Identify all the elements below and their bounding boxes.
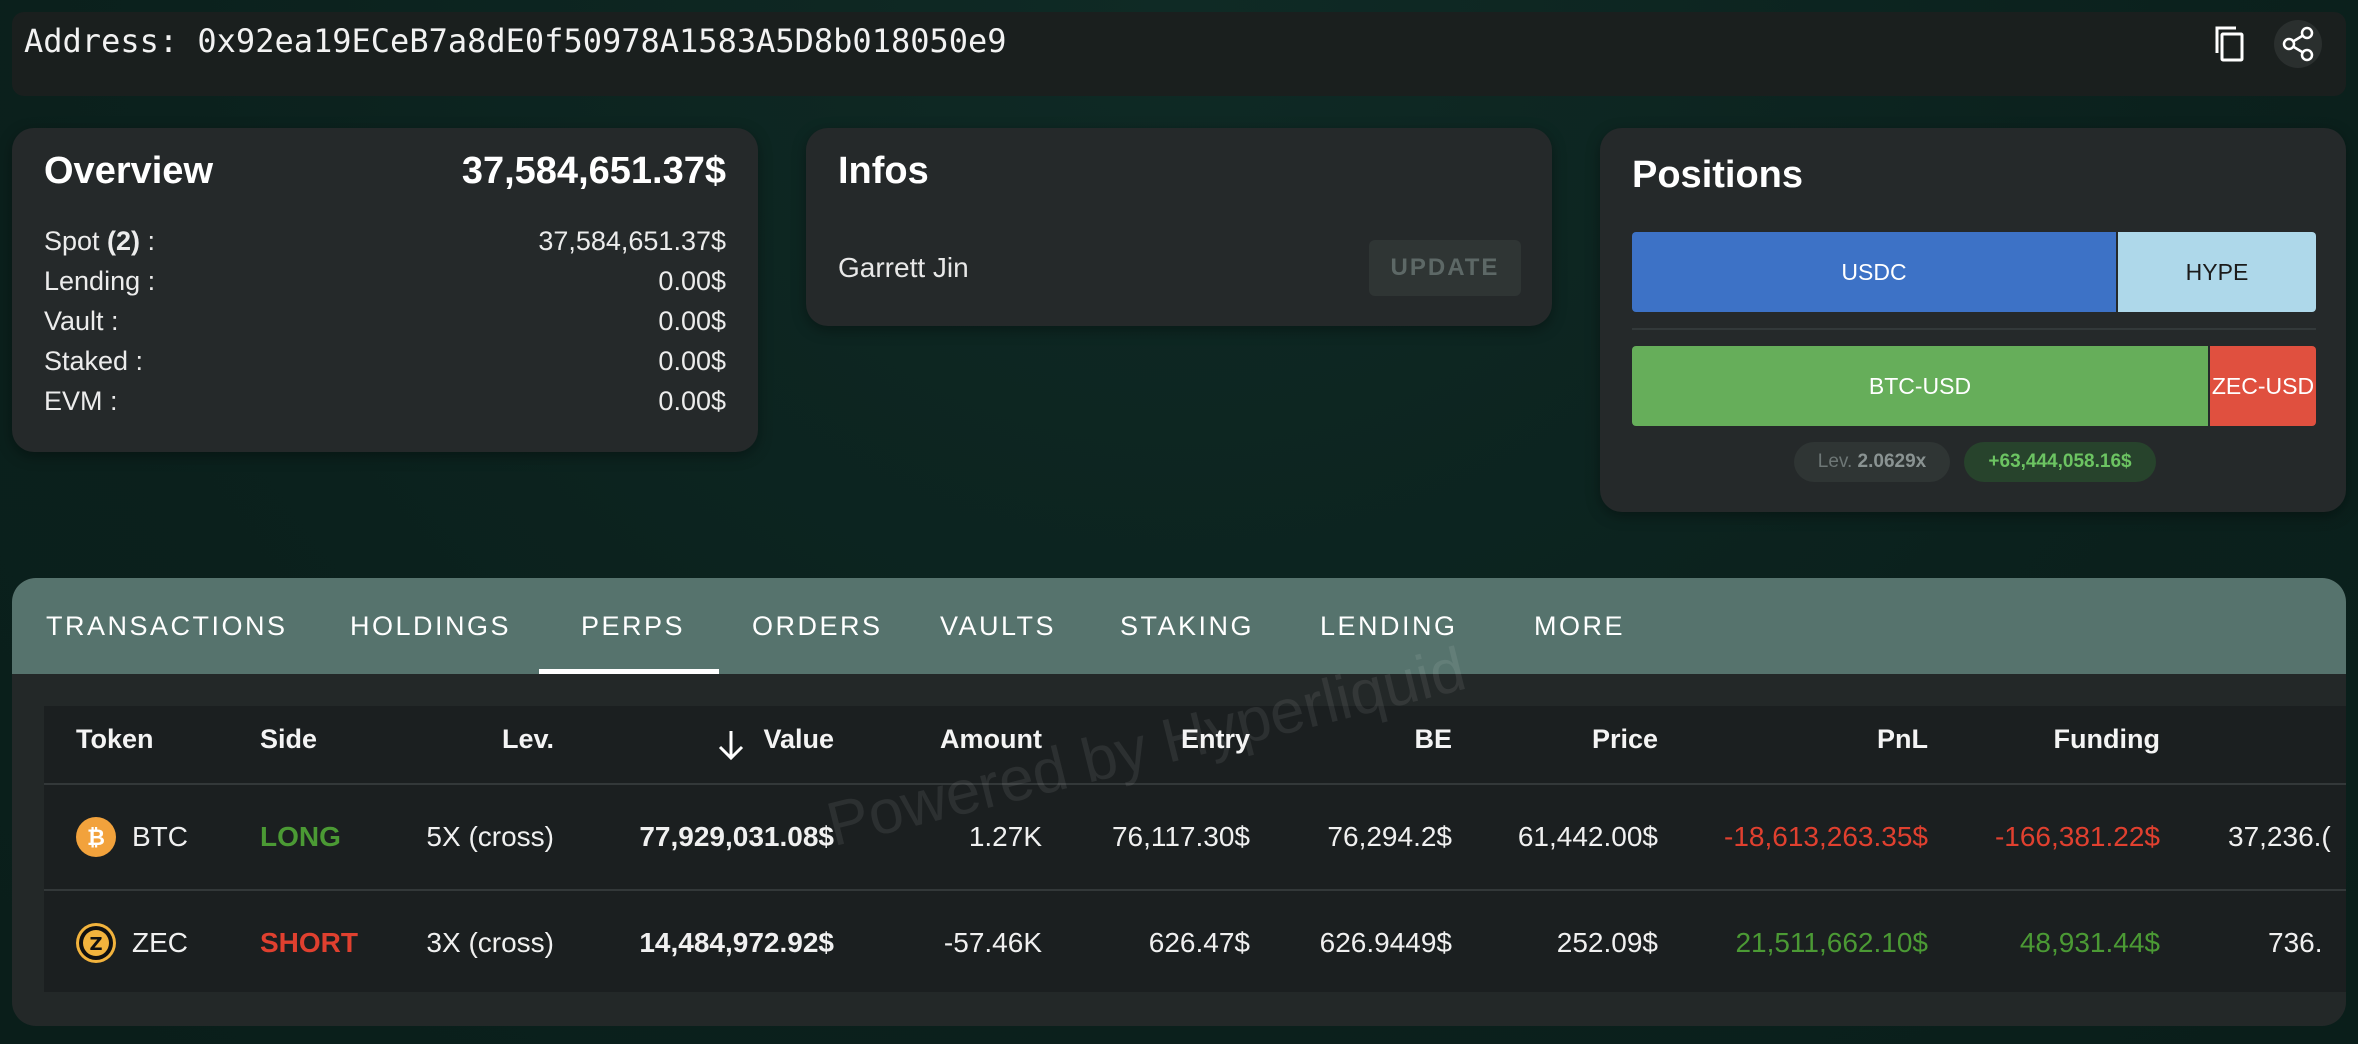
side-label: LONG — [260, 821, 341, 852]
leverage-chip: Lev. 2.0629x — [1794, 442, 1950, 482]
tab-more[interactable]: MORE — [1534, 578, 1625, 674]
header-lev[interactable]: Lev. — [384, 724, 554, 768]
overview-total: 37,584,651.37$ — [461, 150, 726, 192]
be-cell: 626.9449$ — [1319, 927, 1452, 958]
infos-name: Garrett Jin — [838, 252, 969, 283]
overview-row-label: Vault : — [44, 306, 119, 336]
table-row[interactable]: ₿ BTC LONG 5X (cross) 77,929,031.08$ 1.2… — [44, 785, 2346, 889]
token-name: ZEC — [132, 927, 188, 958]
overview-row-lending: Lending : 0.00$ — [44, 266, 726, 302]
entry-cell: 76,117.30$ — [1111, 821, 1250, 852]
tab-vaults[interactable]: VAULTS — [940, 578, 1056, 674]
tab-lending[interactable]: LENDING — [1320, 578, 1458, 674]
funding-cell: -166,381.22$ — [1994, 821, 2160, 852]
header-pnl[interactable]: PnL — [1684, 724, 1928, 768]
overview-row-label: Staked : — [44, 346, 144, 376]
positions-divider — [1632, 328, 2316, 330]
tab-holdings[interactable]: HOLDINGS — [350, 578, 511, 674]
overview-row-label: EVM : — [44, 386, 118, 416]
spot-bar-usdc[interactable]: USDC — [1632, 232, 2116, 312]
funding-cell: 48,931.44$ — [2019, 927, 2160, 958]
tab-staking[interactable]: STAKING — [1120, 578, 1254, 674]
zcash-icon: Z — [76, 923, 116, 963]
tab-transactions[interactable]: TRANSACTIONS — [46, 578, 288, 674]
perp-bar-zec[interactable]: ZEC-USD — [2210, 346, 2316, 426]
header-be[interactable]: BE — [1264, 724, 1452, 768]
infos-title: Infos — [838, 150, 929, 192]
header-funding[interactable]: Funding — [1944, 724, 2160, 768]
share-icon[interactable] — [2274, 20, 2322, 68]
spot-count: (2) — [107, 226, 141, 256]
perp-bar-btc[interactable]: BTC-USD — [1632, 346, 2208, 426]
entry-cell: 626.47$ — [1148, 927, 1250, 958]
overflow-cell: 37,236.( — [2228, 821, 2331, 852]
positions-title: Positions — [1632, 154, 1804, 196]
perps-table: Token Side Lev. Value Amount Entry BE Pr… — [44, 706, 2346, 992]
overview-row-value: 0.00$ — [658, 266, 726, 296]
leverage-value: 2.0629x — [1857, 451, 1927, 472]
copy-icon[interactable] — [2208, 22, 2252, 66]
leverage-cell: 5X (cross) — [426, 821, 554, 852]
overview-row-value: 0.00$ — [658, 306, 726, 336]
overview-row-staked: Staked : 0.00$ — [44, 346, 726, 382]
header-token[interactable]: Token — [76, 724, 154, 768]
overview-row-spot: Spot (2) : 37,584,651.37$ — [44, 226, 726, 262]
header-side[interactable]: Side — [260, 724, 317, 768]
overview-title: Overview — [44, 150, 213, 192]
header-price[interactable]: Price — [1464, 724, 1658, 768]
tabs-panel: TRANSACTIONS HOLDINGS PERPS ORDERS VAULT… — [12, 578, 2346, 1026]
overflow-cell: 736. — [2268, 927, 2323, 958]
overview-row-label: Spot — [44, 226, 108, 256]
price-cell: 61,442.00$ — [1517, 821, 1658, 852]
header-entry[interactable]: Entry — [1054, 724, 1250, 768]
header-amount[interactable]: Amount — [844, 724, 1042, 768]
overview-row-value: 0.00$ — [658, 386, 726, 416]
overview-row-suffix: : — [140, 226, 156, 256]
be-cell: 76,294.2$ — [1327, 821, 1452, 852]
leverage-label: Lev. — [1817, 451, 1853, 472]
tab-perps[interactable]: PERPS — [581, 578, 685, 674]
overview-row-value: 37,584,651.37$ — [538, 226, 726, 256]
side-label: SHORT — [260, 927, 358, 958]
leverage-cell: 3X (cross) — [426, 927, 554, 958]
overview-row-evm: EVM : 0.00$ — [44, 386, 726, 422]
address-text: Address: 0x92ea19ECeB7a8dE0f50978A1583A5… — [24, 22, 1007, 60]
price-cell: 252.09$ — [1556, 927, 1658, 958]
active-tab-indicator — [539, 669, 719, 674]
amount-cell: 1.27K — [968, 821, 1042, 852]
tab-bar: TRANSACTIONS HOLDINGS PERPS ORDERS VAULT… — [12, 578, 2346, 674]
overview-row-vault: Vault : 0.00$ — [44, 306, 726, 342]
pnl-cell: -18,613,263.35$ — [1724, 821, 1928, 852]
spot-bar-hype[interactable]: HYPE — [2118, 232, 2316, 312]
token-name: BTC — [132, 821, 188, 852]
amount-cell: -57.46K — [943, 927, 1042, 958]
bitcoin-icon: ₿ — [76, 817, 116, 857]
svg-text:₿: ₿ — [87, 826, 105, 851]
overview-row-label: Lending : — [44, 266, 156, 296]
update-button[interactable]: UPDATE — [1369, 240, 1521, 296]
overview-row-value: 0.00$ — [658, 346, 726, 376]
value-cell: 14,484,972.92$ — [639, 927, 834, 958]
pnl-chip: +63,444,058.16$ — [1964, 442, 2156, 482]
tab-orders[interactable]: ORDERS — [752, 578, 883, 674]
table-row[interactable]: Z ZEC SHORT 3X (cross) 14,484,972.92$ -5… — [44, 891, 2346, 992]
pnl-cell: 21,511,662.10$ — [1735, 927, 1928, 958]
value-cell: 77,929,031.08$ — [639, 821, 834, 852]
svg-text:Z: Z — [89, 934, 102, 955]
header-value[interactable]: Value — [644, 724, 834, 768]
